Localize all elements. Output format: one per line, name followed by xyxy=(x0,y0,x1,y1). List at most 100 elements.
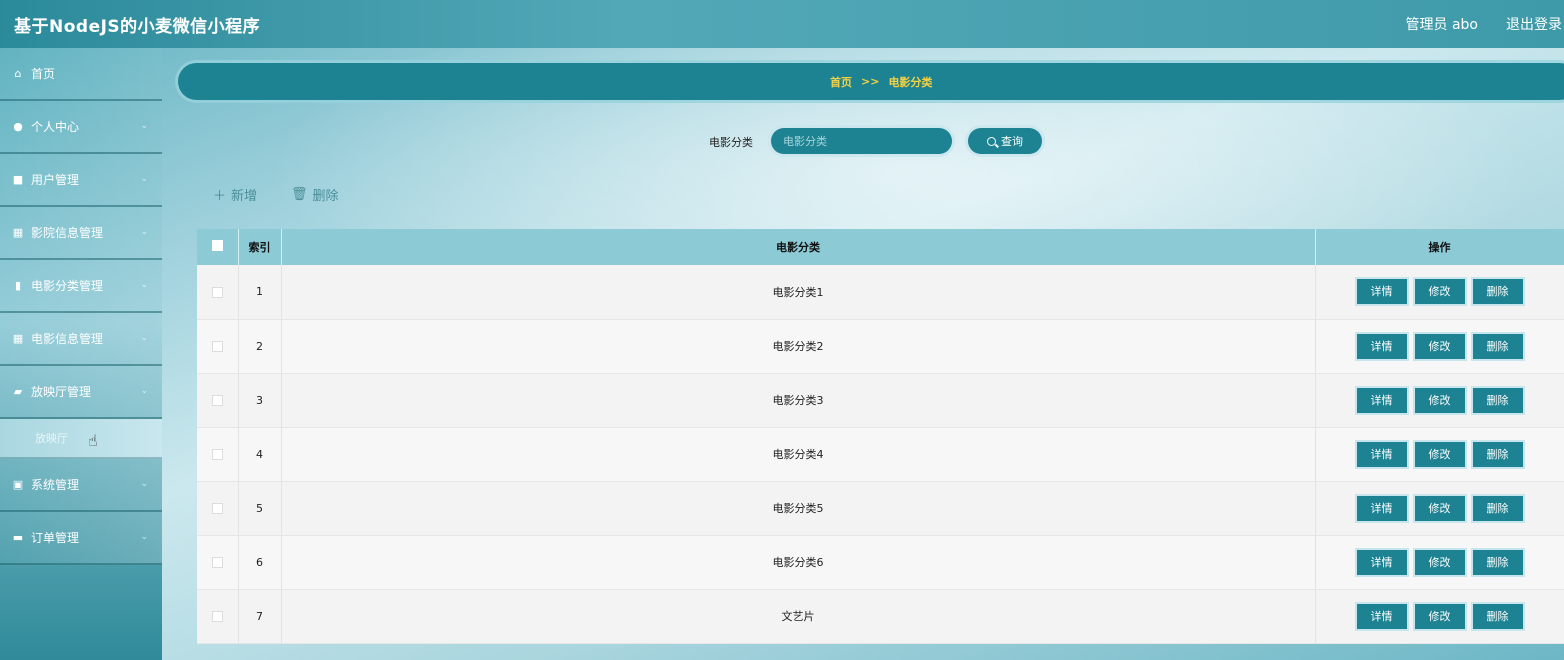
grid-icon: ▦ xyxy=(12,226,24,239)
sidebar-item-label: 系统管理 xyxy=(31,478,80,492)
breadcrumb: 首页 >> 电影分类 xyxy=(178,63,1564,100)
detail-button[interactable]: 详情 xyxy=(1356,603,1407,629)
monitor-icon: ▬ xyxy=(12,531,24,544)
row-select-cell xyxy=(197,427,239,482)
user-area: 管理员 abo 退出登录 xyxy=(1378,14,1564,34)
delete-button[interactable]: 删除 xyxy=(1472,387,1523,413)
sidebar-item[interactable]: ▰ 放映厅管理 ⌄ xyxy=(0,366,162,419)
edit-button[interactable]: 修改 xyxy=(1414,603,1465,629)
edit-button[interactable]: 修改 xyxy=(1414,333,1465,359)
select-all-cell xyxy=(197,229,239,265)
row-checkbox[interactable] xyxy=(211,395,223,406)
table-row: 7 文艺片 详情 修改 删除 xyxy=(197,589,1564,644)
row-checkbox[interactable] xyxy=(211,341,223,352)
table-row: 4 电影分类4 详情 修改 删除 xyxy=(197,427,1564,482)
delete-button[interactable]: 删除 xyxy=(1472,495,1523,521)
add-button-label: 新增 xyxy=(231,189,258,204)
delete-button[interactable]: 删除 xyxy=(1472,603,1523,629)
hand-cursor-icon: ☝ xyxy=(88,431,98,450)
detail-button[interactable]: 详情 xyxy=(1356,333,1407,359)
table-row: 2 电影分类2 详情 修改 删除 xyxy=(197,319,1564,374)
row-checkbox[interactable] xyxy=(211,286,223,298)
edit-button[interactable]: 修改 xyxy=(1414,387,1465,413)
row-checkbox[interactable] xyxy=(211,449,223,460)
row-ops: 详情 修改 删除 xyxy=(1315,535,1564,590)
row-ops: 详情 修改 删除 xyxy=(1315,589,1564,644)
search-button[interactable]: 查询 xyxy=(968,128,1042,154)
row-ops: 详情 修改 删除 xyxy=(1315,265,1564,320)
row-select-cell xyxy=(197,265,239,320)
sidebar-item-label: 电影分类管理 xyxy=(31,279,104,293)
breadcrumb-current: 电影分类 xyxy=(888,75,933,89)
search-input[interactable] xyxy=(771,128,952,154)
sidebar-item[interactable]: ▣ 系统管理 ⌄ xyxy=(0,459,162,512)
delete-button[interactable]: 删除 xyxy=(1472,441,1523,467)
chevron-down-icon: ⌄ xyxy=(140,386,148,396)
batch-delete-label: 删除 xyxy=(312,189,339,204)
row-select-cell xyxy=(197,481,239,536)
breadcrumb-home[interactable]: 首页 xyxy=(830,74,852,90)
delete-button[interactable]: 删除 xyxy=(1472,549,1523,575)
app-title: 基于NodeJS的小麦微信小程序 xyxy=(14,16,261,37)
search-label: 电影分类 xyxy=(709,136,753,149)
header-category: 电影分类 xyxy=(281,229,1316,265)
submenu-item-hall[interactable]: 放映厅 ☝ xyxy=(0,419,162,459)
row-index: 2 xyxy=(238,319,282,374)
detail-button[interactable]: 详情 xyxy=(1356,495,1407,521)
row-ops: 详情 修改 删除 xyxy=(1315,427,1564,482)
add-button[interactable]: ＋ 新增 xyxy=(213,185,257,204)
row-index: 3 xyxy=(238,373,282,428)
sidebar-item[interactable]: ▦ 影院信息管理 ⌄ xyxy=(0,207,162,260)
breadcrumb-separator: >> xyxy=(861,75,880,88)
detail-button[interactable]: 详情 xyxy=(1356,441,1407,467)
row-index: 5 xyxy=(238,481,282,536)
edit-button[interactable]: 修改 xyxy=(1414,549,1465,575)
grid-icon: ▦ xyxy=(12,332,24,345)
detail-button[interactable]: 详情 xyxy=(1356,549,1407,575)
category-table: 索引 电影分类 操作 1 电影分类1 详情 修改 删除 2 电影分类2 详情 修改 删除 3 电影分类… xyxy=(197,229,1564,644)
select-all-checkbox[interactable] xyxy=(211,240,223,251)
row-ops: 详情 修改 删除 xyxy=(1315,319,1564,374)
logout-link[interactable]: 退出登录 xyxy=(1506,14,1562,34)
row-select-cell xyxy=(197,319,239,374)
edit-button[interactable]: 修改 xyxy=(1414,279,1465,305)
row-category: 电影分类3 xyxy=(281,373,1316,428)
delete-button[interactable]: 删除 xyxy=(1472,279,1523,305)
chevron-down-icon: ⌄ xyxy=(140,333,148,343)
chevron-down-icon: ⌄ xyxy=(140,479,148,489)
chevron-down-icon: ⌄ xyxy=(140,227,148,237)
sidebar-item-label: 首页 xyxy=(31,67,56,81)
row-checkbox[interactable] xyxy=(211,557,223,568)
edit-button[interactable]: 修改 xyxy=(1414,495,1465,521)
table-header-row: 索引 电影分类 操作 xyxy=(197,229,1564,265)
sidebar-item-label: 用户管理 xyxy=(31,173,80,187)
header-ops: 操作 xyxy=(1315,229,1564,265)
row-index: 4 xyxy=(238,427,282,482)
detail-button[interactable]: 详情 xyxy=(1356,279,1407,305)
trash-icon: 🗑 xyxy=(291,187,308,202)
header-index: 索引 xyxy=(238,229,282,265)
detail-button[interactable]: 详情 xyxy=(1356,387,1407,413)
row-select-cell xyxy=(197,589,239,644)
batch-delete-button[interactable]: 🗑 删除 xyxy=(291,185,339,204)
clipboard-icon: ▣ xyxy=(12,478,24,491)
chevron-down-icon: ⌄ xyxy=(140,532,148,542)
top-bar: 基于NodeJS的小麦微信小程序 管理员 abo 退出登录 xyxy=(0,0,1564,48)
sidebar-item[interactable]: ■ 用户管理 ⌄ xyxy=(0,154,162,207)
table-row: 5 电影分类5 详情 修改 删除 xyxy=(197,481,1564,536)
edit-button[interactable]: 修改 xyxy=(1414,441,1465,467)
row-checkbox[interactable] xyxy=(211,503,223,514)
sidebar-item[interactable]: ▮ 电影分类管理 ⌄ xyxy=(0,260,162,313)
sidebar-item[interactable]: ⌂ 首页 xyxy=(0,48,162,101)
table-row: 3 电影分类3 详情 修改 删除 xyxy=(197,373,1564,428)
sidebar-item[interactable]: ▦ 电影信息管理 ⌄ xyxy=(0,313,162,366)
row-category: 电影分类1 xyxy=(281,265,1316,320)
sidebar-item[interactable]: ▬ 订单管理 ⌄ xyxy=(0,512,162,565)
chevron-down-icon: ⌄ xyxy=(140,280,148,290)
thumbs-icon: ▰ xyxy=(13,385,23,398)
row-index: 1 xyxy=(238,265,282,320)
row-category: 电影分类5 xyxy=(281,481,1316,536)
row-category: 电影分类2 xyxy=(281,319,1316,374)
row-checkbox[interactable] xyxy=(211,611,223,622)
delete-button[interactable]: 删除 xyxy=(1472,333,1523,359)
